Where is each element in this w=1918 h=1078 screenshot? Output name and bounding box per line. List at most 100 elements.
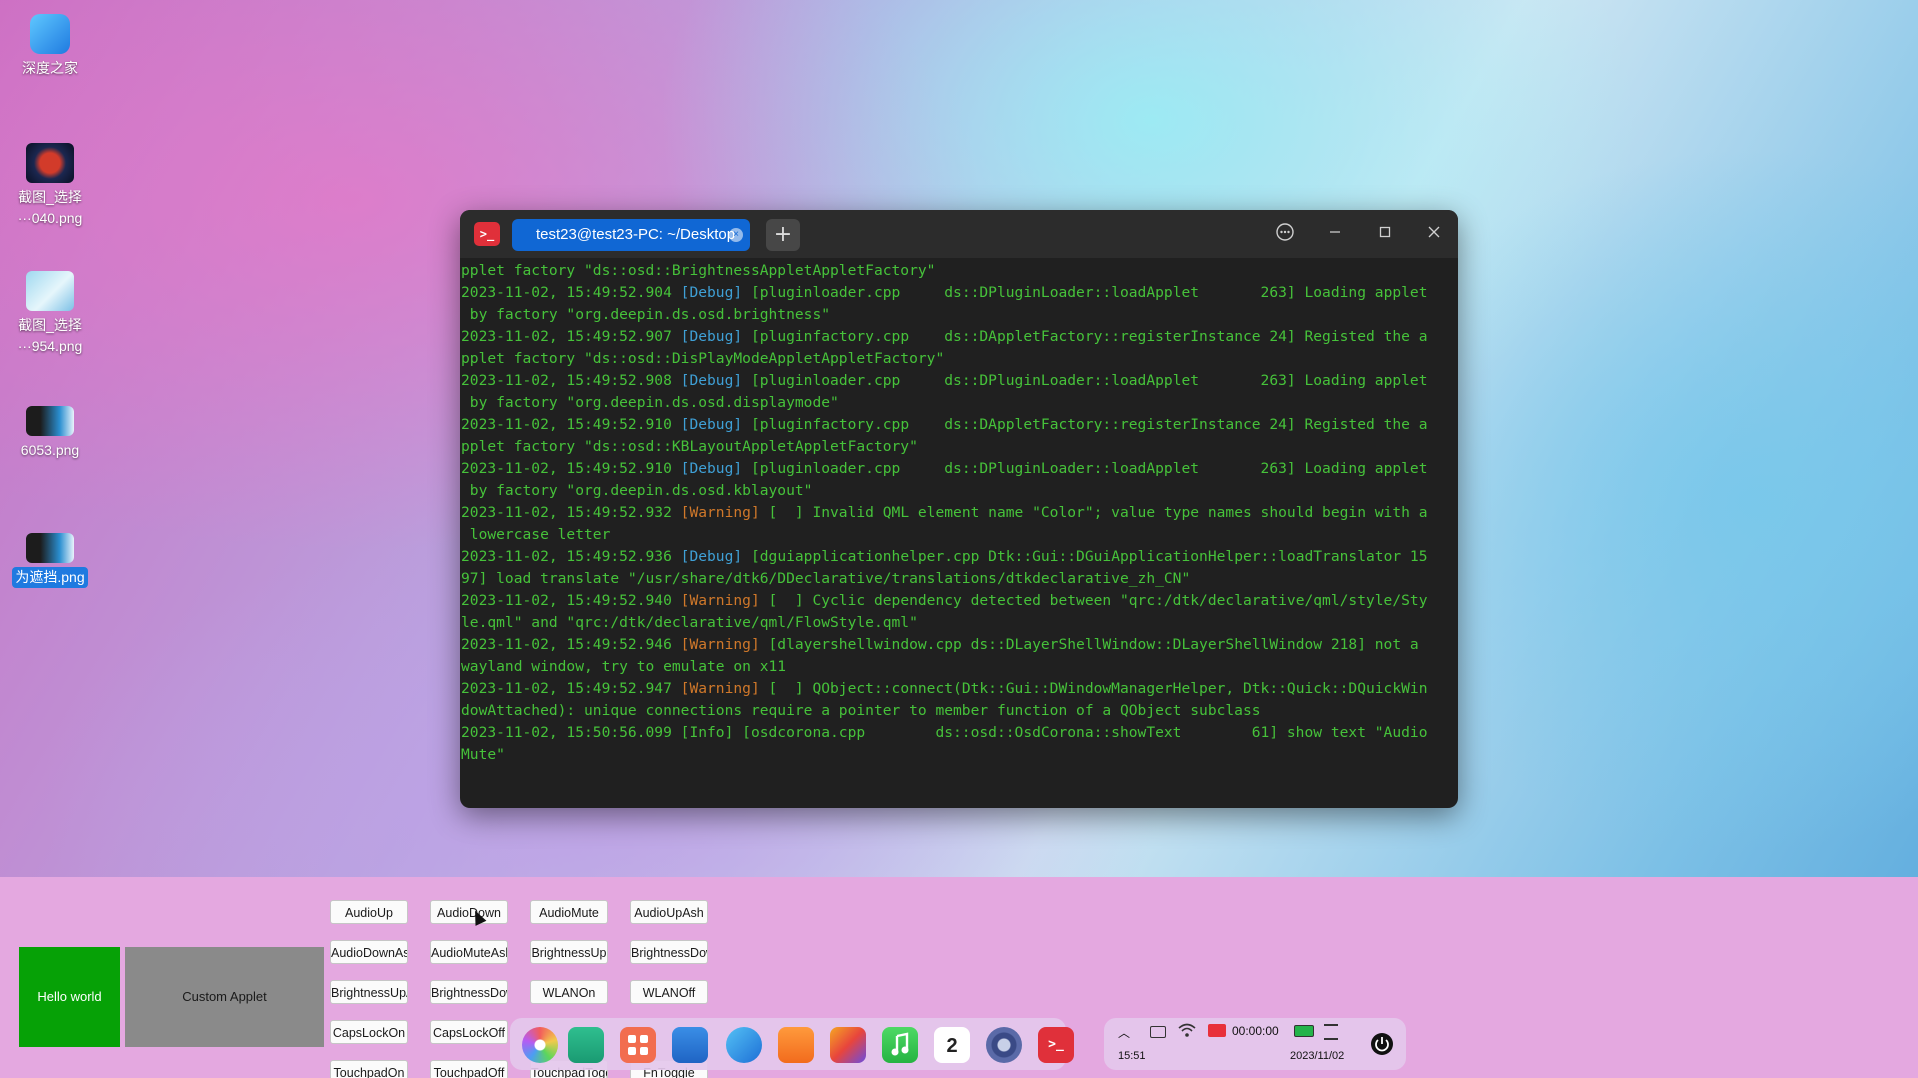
terminal-line-segment: [Debug]: [680, 372, 743, 389]
multitasking-view-icon[interactable]: [568, 1027, 604, 1063]
image-viewer-icon[interactable]: [830, 1027, 866, 1063]
terminal-line-segment: [Debug]: [680, 328, 743, 345]
image-file-icon: [26, 143, 74, 183]
terminal-line: 2023-11-02, 15:49:52.947 [Warning] [ ] Q…: [461, 678, 1450, 700]
desktop-icon-screenshot-040[interactable]: 截图_选择 ···040.png: [6, 143, 94, 229]
test-button-wlanon[interactable]: WLANOn: [530, 980, 608, 1004]
terminal-line-segment: 2023-11-02, 15:49:52.936: [461, 548, 681, 565]
terminal-line-segment: [pluginloader.cpp ds::DPluginLoader::loa…: [742, 372, 1428, 389]
terminal-line: 2023-11-02, 15:49:52.910 [Debug] [plugin…: [461, 458, 1450, 480]
terminal-line-segment: 2023-11-02, 15:49:52.907: [461, 328, 681, 345]
terminal-output[interactable]: pplet factory "ds::osd::BrightnessApplet…: [460, 258, 1450, 808]
close-tab-icon[interactable]: ×: [729, 228, 743, 242]
test-button-capslockoff[interactable]: CapsLockOff: [430, 1020, 508, 1044]
terminal-line-segment: [pluginloader.cpp ds::DPluginLoader::loa…: [742, 284, 1428, 301]
test-button-wlanoff[interactable]: WLANOff: [630, 980, 708, 1004]
settings-toggle-icon[interactable]: [1324, 1024, 1338, 1040]
tray-expand-icon[interactable]: ︿: [1118, 1024, 1130, 1041]
test-button-brightnessdowna[interactable]: BrightnessDownA: [430, 980, 508, 1004]
screen-recording-icon[interactable]: [1208, 1024, 1226, 1037]
test-button-audiodown[interactable]: AudioDown: [430, 900, 508, 924]
file-manager-icon[interactable]: [672, 1027, 708, 1063]
desktop-icon-deepin-home[interactable]: 深度之家: [6, 14, 94, 79]
add-tab-button[interactable]: +: [766, 219, 800, 251]
terminal-line-segment: [ ] Invalid QML element name "Color"; va…: [759, 504, 1428, 521]
terminal-window: >_ test23@test23-PC: ~/Desktop × + pplet…: [460, 210, 1458, 808]
clock-date[interactable]: 2023/11/02: [1290, 1050, 1344, 1062]
test-button-touchpadon[interactable]: TouchpadOn: [330, 1060, 408, 1078]
terminal-line: 2023-11-02, 15:50:56.099 [Info] [osdcoro…: [461, 722, 1450, 744]
desktop-icon-label: 6053.png: [20, 442, 80, 458]
minimize-icon[interactable]: [1322, 222, 1348, 246]
app-grid-icon[interactable]: [620, 1027, 656, 1063]
terminal-line-segment: Mute": [461, 746, 505, 763]
test-button-capslockon[interactable]: CapsLockOn: [330, 1020, 408, 1044]
desktop-icon-6053[interactable]: 6053.png: [6, 400, 94, 461]
terminal-line: wayland window, try to emulate on x11: [461, 656, 1450, 678]
test-button-brightnessup[interactable]: BrightnessUp: [530, 940, 608, 964]
terminal-line-segment: 2023-11-02, 15:49:52.904: [461, 284, 681, 301]
test-button-brightnessupash[interactable]: BrightnessUpAsh: [330, 980, 408, 1004]
hello-world-applet[interactable]: Hello world: [19, 947, 120, 1047]
system-tray: ︿ 00:00:00 15:51 2023/11/02: [1104, 1018, 1406, 1070]
desktop-icon-label: 为遮挡.png: [12, 567, 88, 588]
maximize-icon[interactable]: [1372, 222, 1398, 246]
power-icon[interactable]: [1370, 1032, 1394, 1061]
terminal-dock-icon[interactable]: >_: [1038, 1027, 1074, 1063]
battery-icon[interactable]: [1294, 1025, 1314, 1037]
control-center-icon[interactable]: [986, 1027, 1022, 1063]
terminal-line-segment: by factory "org.deepin.ds.osd.displaymod…: [461, 394, 839, 411]
terminal-line-segment: [Debug]: [680, 460, 743, 477]
terminal-line-segment: [ ] Cyclic dependency detected between "…: [759, 592, 1428, 609]
terminal-line: 2023-11-02, 15:49:52.910 [Debug] [plugin…: [461, 414, 1450, 436]
terminal-line-segment: 2023-11-02, 15:49:52.940: [461, 592, 681, 609]
more-options-icon[interactable]: [1272, 222, 1298, 246]
terminal-line-segment: 2023-11-02, 15:49:52.932: [461, 504, 681, 521]
terminal-app-icon: >_: [474, 222, 500, 246]
terminal-line-segment: 97] load translate "/usr/share/dtk6/DDec…: [461, 570, 1191, 587]
terminal-line-segment: [Warning]: [680, 504, 760, 521]
terminal-line-segment: lowercase letter: [461, 526, 611, 543]
desktop-icon-label: 深度之家: [22, 60, 78, 76]
desktop-icon-label: 截图_选择: [18, 189, 82, 205]
tab-terminal[interactable]: test23@test23-PC: ~/Desktop ×: [512, 219, 750, 251]
test-button-audioupash[interactable]: AudioUpAsh: [630, 900, 708, 924]
music-icon[interactable]: [882, 1027, 918, 1063]
app-store-icon[interactable]: [778, 1027, 814, 1063]
test-button-audiomute[interactable]: AudioMute: [530, 900, 608, 924]
terminal-line-segment: [Debug]: [680, 284, 743, 301]
terminal-line: 2023-11-02, 15:49:52.946 [Warning] [dlay…: [461, 634, 1450, 656]
test-button-audioup[interactable]: AudioUp: [330, 900, 408, 924]
close-icon[interactable]: [1421, 222, 1447, 246]
desktop-icon-selected-file[interactable]: 为遮挡.png: [6, 527, 94, 588]
terminal-line-segment: pplet factory "ds::osd::KBLayoutAppletAp…: [461, 438, 918, 455]
terminal-line: 97] load translate "/usr/share/dtk6/DDec…: [461, 568, 1450, 590]
desktop-icon-label: 截图_选择: [18, 317, 82, 333]
terminal-titlebar[interactable]: >_ test23@test23-PC: ~/Desktop × +: [460, 210, 1458, 258]
terminal-line: 2023-11-02, 15:49:52.932 [Warning] [ ] I…: [461, 502, 1450, 524]
test-button-touchpadoff[interactable]: TouchpadOff: [430, 1060, 508, 1078]
test-button-audiomuteash[interactable]: AudioMuteAsh: [430, 940, 508, 964]
image-file-icon: [26, 533, 74, 563]
terminal-line-segment: pplet factory "ds::osd::BrightnessApplet…: [461, 262, 936, 279]
test-button-audiodownash[interactable]: AudioDownAsh: [330, 940, 408, 964]
terminal-line: 2023-11-02, 15:49:52.908 [Debug] [plugin…: [461, 370, 1450, 392]
terminal-line-segment: [pluginfactory.cpp ds::DAppletFactory::r…: [742, 416, 1428, 433]
browser-icon[interactable]: [726, 1027, 762, 1063]
desktop-icon-screenshot-954[interactable]: 截图_选择 ···954.png: [6, 271, 94, 357]
launcher-icon[interactable]: [522, 1027, 558, 1063]
terminal-line-segment: le.qml" and "qrc:/dtk/declarative/qml/Fl…: [461, 614, 918, 631]
clock-time[interactable]: 15:51: [1118, 1050, 1146, 1062]
terminal-line-segment: by factory "org.deepin.ds.osd.brightness…: [461, 306, 831, 323]
test-button-brightnessdown[interactable]: BrightnessDown: [630, 940, 708, 964]
terminal-line: lowercase letter: [461, 524, 1450, 546]
terminal-line-segment: [Debug]: [680, 548, 743, 565]
terminal-line-segment: 2023-11-02, 15:49:52.910: [461, 460, 681, 477]
wifi-icon[interactable]: [1178, 1022, 1196, 1043]
keyboard-icon[interactable]: [1150, 1026, 1166, 1038]
terminal-line: 2023-11-02, 15:49:52.936 [Debug] [dguiap…: [461, 546, 1450, 568]
custom-applet[interactable]: Custom Applet: [125, 947, 324, 1047]
calendar-icon[interactable]: 2: [934, 1027, 970, 1063]
terminal-line-segment: [Warning]: [680, 592, 760, 609]
terminal-line: pplet factory "ds::osd::KBLayoutAppletAp…: [461, 436, 1450, 458]
